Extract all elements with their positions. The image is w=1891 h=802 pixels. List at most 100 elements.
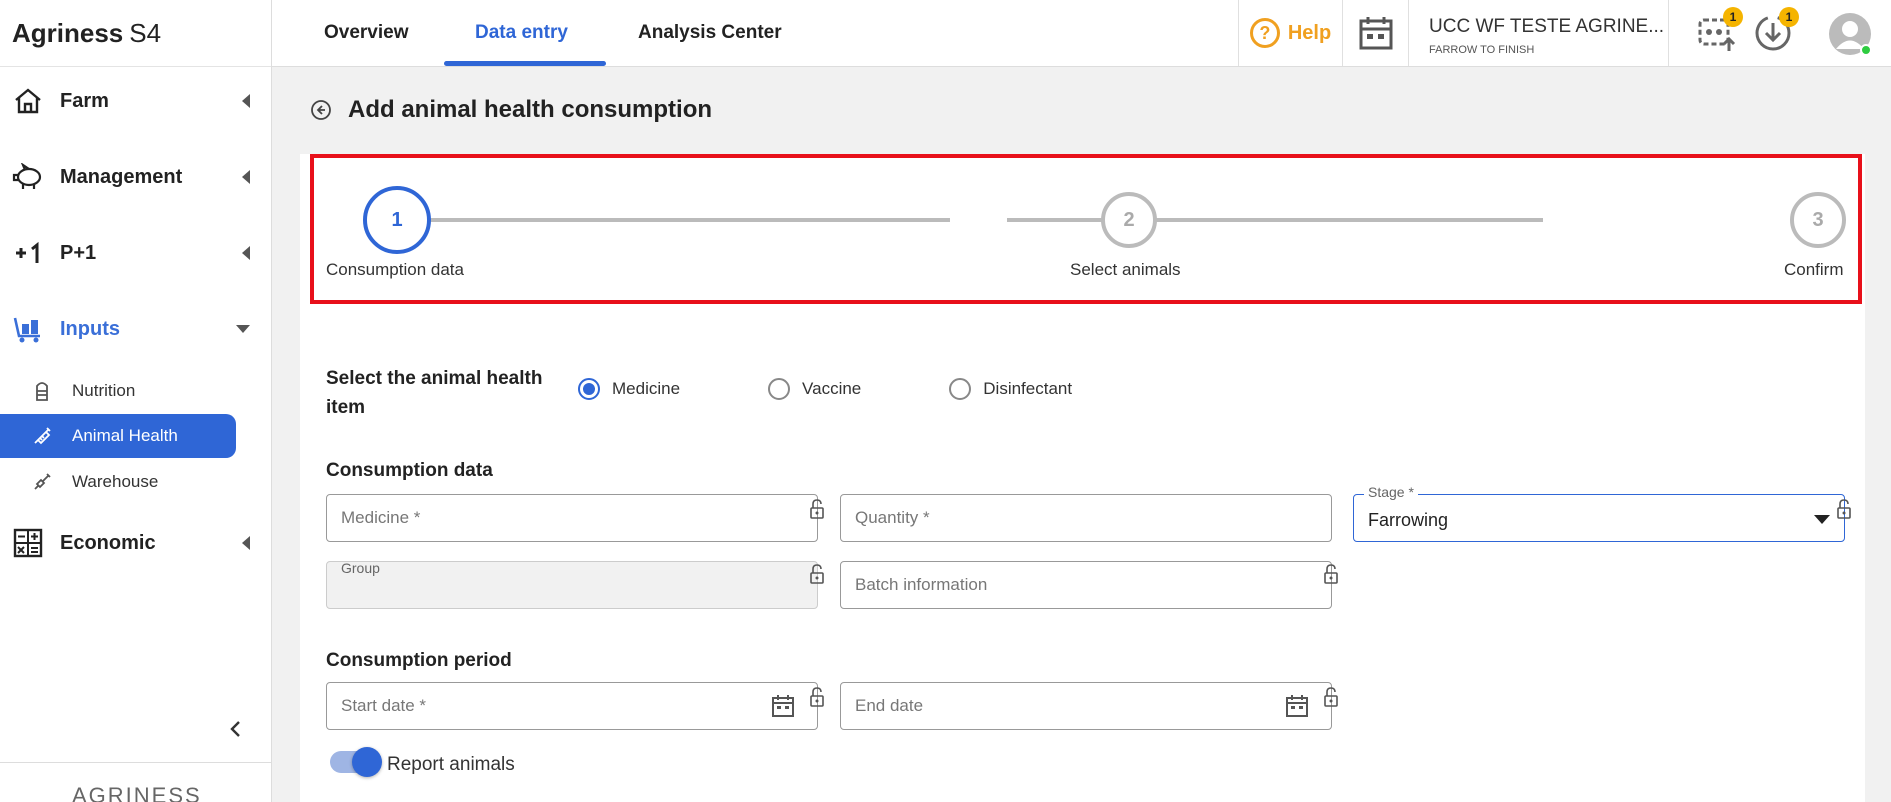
shovel-icon [30, 472, 54, 492]
sidebar-item-management[interactable]: Management [0, 155, 270, 199]
tab-overview[interactable]: Overview [294, 0, 439, 66]
report-animals-label: Report animals [387, 754, 515, 775]
farm-type: FARROW TO FINISH [1429, 44, 1535, 56]
step-1-circle[interactable]: 1 [363, 186, 431, 254]
lock-open-icon[interactable] [809, 687, 825, 707]
plus-one-icon [10, 235, 46, 271]
calendar-icon[interactable] [771, 694, 795, 718]
sidebar-item-label: Inputs [60, 317, 120, 340]
sidebar-item-label: Economic [60, 531, 156, 554]
sidebar-item-label: Management [60, 165, 183, 188]
sidebar-subitem-warehouse[interactable]: Warehouse [0, 460, 236, 504]
start-date-input[interactable]: Start date * [326, 682, 818, 730]
help-label: Help [1287, 21, 1332, 44]
step-2-label: Select animals [1070, 260, 1181, 279]
collapse-sidebar-button[interactable] [225, 717, 245, 741]
caret-left-icon [242, 246, 250, 260]
download-button[interactable]: 1 [1753, 7, 1799, 53]
lock-open-icon[interactable] [1836, 499, 1852, 519]
download-badge: 1 [1779, 7, 1799, 27]
sidebar-subitem-label: Nutrition [72, 381, 136, 400]
step-connector [404, 218, 950, 222]
footer-logo: AGRINESS [72, 783, 202, 802]
caret-left-icon [242, 536, 250, 550]
sidebar-subitem-animal-health[interactable]: Animal Health [0, 414, 236, 458]
consumption-data-label: Consumption data [326, 460, 493, 481]
calendar-icon [1359, 17, 1392, 50]
radio-vaccine[interactable]: Vaccine [768, 378, 861, 400]
medicine-placeholder: Medicine * [341, 508, 421, 527]
sidebar-item-farm[interactable]: Farm [0, 79, 270, 123]
toggle-knob [352, 747, 382, 777]
end-date-input[interactable]: End date [840, 682, 1332, 730]
calculator-icon [10, 525, 46, 561]
sidebar-item-label: Farm [60, 89, 109, 112]
radio-label: Disinfectant [983, 379, 1073, 398]
lock-open-icon[interactable] [809, 499, 825, 519]
topbar: Overview Data entry Analysis Center ? He… [272, 0, 1891, 67]
radio-unchecked-icon [768, 378, 791, 400]
lock-open-icon[interactable] [809, 564, 825, 584]
sidebar-subitem-label: Warehouse [72, 472, 159, 491]
quantity-placeholder: Quantity * [855, 508, 930, 527]
radio-unchecked-icon [949, 378, 972, 400]
radio-medicine[interactable]: Medicine [578, 378, 680, 400]
dropdown-arrow-icon [1814, 515, 1830, 524]
inputs-icon [10, 311, 46, 347]
farm-selector[interactable]: UCC WF TESTE AGRINE... FARROW TO FINISH [1408, 0, 1668, 66]
brand-logo[interactable]: Agriness S4 [0, 0, 271, 67]
back-icon[interactable] [310, 99, 332, 121]
group-label: Group [341, 560, 380, 576]
sync-badge: 1 [1723, 7, 1743, 27]
radio-checked-icon [578, 378, 600, 400]
step-3-label: Confirm [1784, 260, 1844, 279]
radio-disinfectant[interactable]: Disinfectant [949, 378, 1072, 400]
tab-data-entry[interactable]: Data entry [445, 0, 598, 66]
pig-icon [10, 159, 46, 195]
consumption-period-label: Consumption period [326, 650, 512, 671]
radio-label: Medicine [612, 379, 681, 398]
page-header: Add animal health consumption [310, 96, 712, 124]
item-section-label: Select the animal health item [326, 368, 543, 418]
sidebar-footer: AGRINESS [0, 762, 271, 802]
step-2-circle[interactable]: 2 [1101, 192, 1157, 248]
sidebar-item-economic[interactable]: Economic [0, 521, 270, 565]
page-title: Add animal health consumption [348, 96, 713, 123]
report-animals-toggle[interactable] [330, 747, 382, 777]
sidebar-subitem-nutrition[interactable]: Nutrition [0, 369, 236, 413]
end-date-placeholder: End date [855, 696, 924, 715]
sidebar-subitem-label: Animal Health [72, 426, 178, 445]
farm-icon [10, 83, 46, 119]
sidebar-item-label: P+1 [60, 241, 97, 264]
batch-information-input[interactable]: Batch information [840, 561, 1332, 609]
avatar-icon [1829, 13, 1872, 56]
brand-name: Agriness [12, 17, 124, 48]
group-input: Group [326, 560, 818, 609]
help-button[interactable]: ? Help [1238, 0, 1342, 66]
sidebar-item-p1[interactable]: P+1 [0, 231, 270, 275]
step-1-label: Consumption data [326, 260, 464, 279]
silo-icon [30, 380, 54, 402]
lock-open-icon[interactable] [1323, 687, 1339, 707]
sidebar-item-inputs[interactable]: Inputs [0, 307, 270, 351]
sidebar: Agriness S4 Farm Management P+1 Inputs N… [0, 0, 272, 802]
user-avatar-button[interactable] [1828, 12, 1872, 61]
stepper: 1 Consumption data 2 Select animals 3 Co… [310, 154, 1862, 304]
calendar-icon[interactable] [1285, 694, 1309, 718]
tab-analysis-center[interactable]: Analysis Center [608, 0, 812, 66]
stage-select[interactable]: Stage * Farrowing [1353, 484, 1845, 542]
question-icon: ? [1249, 18, 1280, 48]
quantity-input[interactable]: Quantity * [840, 494, 1332, 542]
stage-value: Farrowing [1368, 509, 1449, 530]
chevron-left-icon [230, 721, 240, 737]
sync-button[interactable]: 1 [1697, 7, 1743, 53]
active-tab-indicator [444, 61, 606, 66]
batch-placeholder: Batch information [855, 575, 988, 594]
medicine-input[interactable]: Medicine * [326, 494, 818, 542]
step-connector [1007, 218, 1543, 222]
step-3-circle[interactable]: 3 [1790, 192, 1846, 248]
caret-down-icon [236, 325, 250, 333]
lock-open-icon[interactable] [1323, 564, 1339, 584]
calendar-button[interactable] [1342, 0, 1408, 66]
caret-left-icon [242, 170, 250, 184]
